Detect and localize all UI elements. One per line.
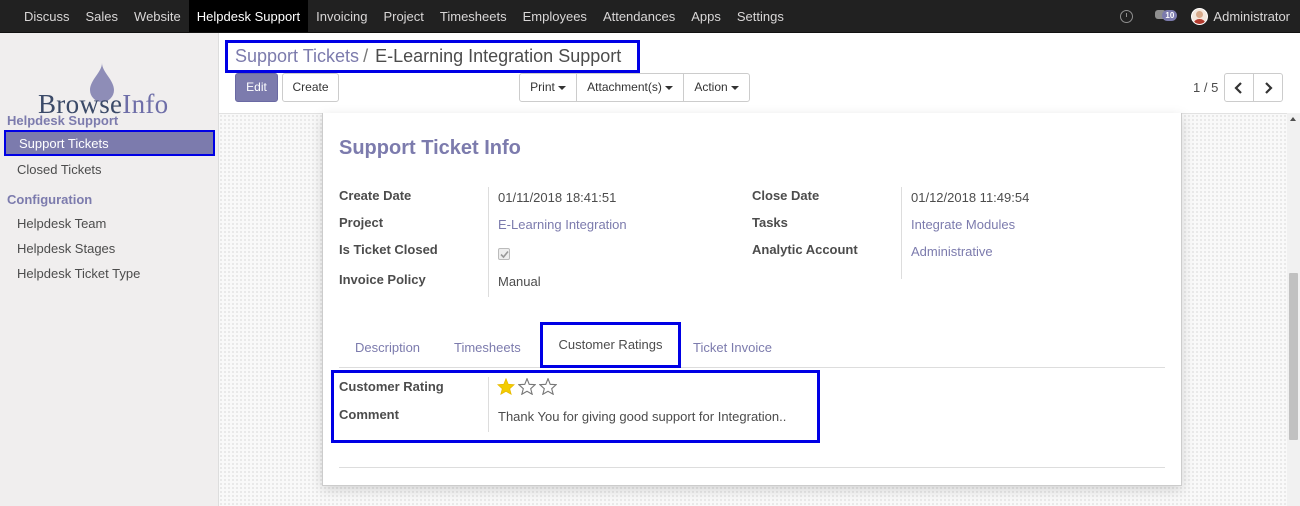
project-link[interactable]: E-Learning Integration [498,217,627,232]
star-empty-icon[interactable] [539,378,557,395]
sidebar-item-closed-tickets[interactable]: Closed Tickets [17,162,102,177]
sidebar-item-support-tickets[interactable]: Support Tickets [4,130,215,156]
analytic-account-label: Analytic Account [752,242,858,257]
menu-project[interactable]: Project [375,0,431,32]
company-logo: BrowseInfo [38,63,183,119]
chat-count-badge: 10 [1162,10,1178,21]
analytic-account-link[interactable]: Administrative [911,244,993,259]
sidebar-item-helpdesk-team[interactable]: Helpdesk Team [17,216,106,231]
tasks-link[interactable]: Integrate Modules [911,217,1015,232]
tab-ticket-invoice[interactable]: Ticket Invoice [693,340,772,355]
menu-discuss[interactable]: Discuss [16,0,78,32]
scrollbar-thumb[interactable] [1289,273,1298,440]
pager-value: 1 / 5 [1193,80,1219,95]
create-date-value: 01/11/2018 18:41:51 [498,190,617,205]
edit-button[interactable]: Edit [235,73,278,102]
star-filled-icon[interactable] [497,378,515,395]
create-date-label: Create Date [339,188,412,203]
breadcrumb: Support Tickets / E-Learning Integration S… [225,40,640,73]
caret-down-icon [557,85,566,90]
caret-down-icon [730,85,739,90]
invoice-policy-label: Invoice Policy [339,272,426,287]
pager-previous-button[interactable] [1224,73,1254,102]
menu-sales[interactable]: Sales [78,0,127,32]
comment-label: Comment [339,407,399,422]
action-dropdown[interactable]: Action [683,73,750,102]
menu-settings[interactable]: Settings [729,0,792,32]
divider [339,467,1165,468]
sidebar-item-helpdesk-ticket-type[interactable]: Helpdesk Ticket Type [17,266,140,281]
user-menu[interactable]: Administrator [1191,7,1290,25]
comment-value: Thank You for giving good support for In… [498,409,787,424]
activity-clock-icon[interactable] [1120,9,1134,23]
checkmark-icon [500,250,509,259]
tasks-label: Tasks [752,215,788,230]
action-label: Action [694,80,728,94]
menu-website[interactable]: Website [126,0,189,32]
chat-icon[interactable]: 10 [1155,9,1178,23]
scroll-up-arrow-icon[interactable] [1290,117,1296,121]
sidebar: BrowseInfo Helpdesk Support Support Tick… [0,33,219,506]
sidebar-item-helpdesk-stages[interactable]: Helpdesk Stages [17,241,115,256]
menu-apps[interactable]: Apps [683,0,729,32]
project-label: Project [339,215,384,230]
top-navbar: Discuss Sales Website Helpdesk Support I… [0,0,1300,33]
field-divider [488,377,489,432]
caret-down-icon [664,85,673,90]
user-name: Administrator [1213,8,1290,24]
tab-description[interactable]: Description [355,340,420,355]
notebook-tabs: Description Timesheets Customer Ratings … [339,322,1165,368]
menu-helpdesk-support[interactable]: Helpdesk Support [188,0,309,32]
tab-timesheets[interactable]: Timesheets [454,340,521,355]
star-empty-icon[interactable] [518,378,536,395]
menu-timesheets[interactable]: Timesheets [432,0,515,32]
tab-customer-ratings[interactable]: Customer Ratings [540,322,681,368]
menu-employees[interactable]: Employees [515,0,595,32]
field-divider [901,187,902,279]
print-dropdown[interactable]: Print [519,73,577,102]
create-button[interactable]: Create [282,73,339,102]
close-date-label: Close Date [752,188,820,203]
sidebar-section-helpdesk-support: Helpdesk Support [7,113,119,128]
attachments-label: Attachment(s) [587,80,662,94]
page-title: Support Ticket Info [339,137,521,159]
close-date-value: 01/12/2018 11:49:54 [911,190,1030,205]
breadcrumb-current: E-Learning Integration Support [375,46,622,66]
breadcrumb-separator: / [363,46,369,66]
is-ticket-closed-label: Is Ticket Closed [339,242,438,257]
breadcrumb-parent-link[interactable]: Support Tickets [235,46,359,66]
scrollbar[interactable] [1287,113,1300,506]
pager-next-button[interactable] [1253,73,1283,102]
app-menu: Discuss Sales Website Helpdesk Support I… [0,0,792,32]
avatar [1191,7,1209,25]
sidebar-section-configuration: Configuration [7,192,93,207]
attachments-dropdown[interactable]: Attachment(s) [576,73,684,102]
invoice-policy-value: Manual [498,274,541,289]
chevron-left-icon [1234,82,1242,94]
menu-attendances[interactable]: Attendances [595,0,683,32]
chevron-right-icon [1265,82,1273,94]
is-ticket-closed-checkbox[interactable] [498,248,510,260]
print-label: Print [530,80,555,94]
customer-rating-label: Customer Rating [339,379,444,394]
menu-invoicing[interactable]: Invoicing [308,0,375,32]
field-divider [488,187,489,297]
